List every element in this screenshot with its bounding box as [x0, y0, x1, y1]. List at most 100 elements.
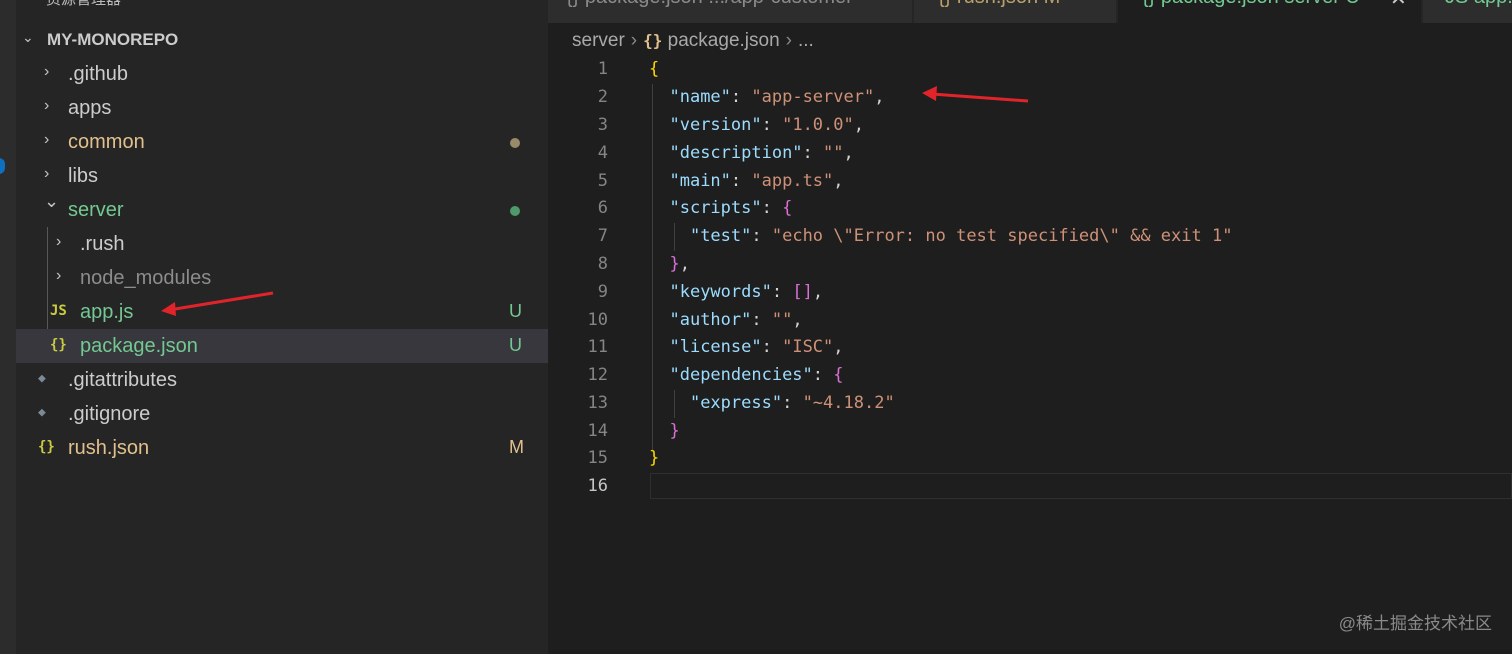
- code-line-7: "test": "echo \"Error: no test specified…: [689, 226, 1233, 246]
- current-line-highlight: [650, 473, 1512, 499]
- git-status-badge: M: [509, 437, 524, 457]
- chevron-down-icon: ⌄: [44, 191, 60, 211]
- tree-item-label: app.js: [80, 301, 134, 323]
- explorer-title: 资源管理器: [46, 0, 121, 9]
- code-line-15: }: [649, 448, 660, 468]
- breadcrumb-file[interactable]: package.json: [668, 30, 780, 51]
- annotation-arrow-name: [922, 86, 1029, 103]
- tree-item-label: rush.json: [68, 437, 150, 459]
- tree-item-label: node_modules: [80, 267, 212, 289]
- tree-item-label: package.json: [80, 335, 198, 357]
- breadcrumb-symbol[interactable]: ...: [798, 30, 814, 51]
- explorer-root-folder[interactable]: ⌄ MY-MONOREPO: [16, 29, 548, 53]
- watermark: @稀土掘金技术社区: [1338, 614, 1492, 633]
- breadcrumb-folder[interactable]: server: [572, 30, 625, 51]
- tree-item-rush[interactable]: › .rush: [16, 227, 548, 261]
- code-line-13: "express": "~4.18.2": [689, 393, 895, 413]
- tab-rush-json[interactable]: {} rush.json M: [914, 0, 1116, 23]
- tree-item-label: common: [68, 131, 145, 153]
- git-status-badge: U: [509, 301, 522, 321]
- tree-item-label: server: [68, 199, 124, 221]
- line-number: 4: [597, 143, 608, 163]
- git-file-icon: ◆: [38, 405, 46, 420]
- notification-badge: [0, 158, 5, 174]
- tree-item-apps[interactable]: › apps: [16, 91, 548, 125]
- line-number: 2: [597, 87, 608, 107]
- json-file-icon: {}: [50, 337, 67, 353]
- tree-item-rush-json[interactable]: {} rush.json M: [16, 431, 548, 465]
- tree-item-label: .gitattributes: [68, 369, 177, 391]
- root-folder-label: MY-MONOREPO: [47, 30, 179, 49]
- chevron-right-icon: ›: [44, 63, 50, 80]
- code-editor[interactable]: server ›{} package.json ›... 1 2 3 4 5 6 7 8 9 10 11…: [548, 23, 1512, 654]
- tab-label: {} package.json .../app-customer: [566, 0, 853, 9]
- code-line-10: "author": "",: [669, 310, 803, 330]
- code-line-6: "scripts": {: [669, 198, 793, 218]
- line-number: 6: [597, 198, 608, 218]
- line-number: 7: [597, 226, 608, 246]
- code-line-14: }: [669, 421, 680, 441]
- code-line-5: "main": "app.ts",: [669, 171, 844, 191]
- tree-item-label: .gitignore: [68, 403, 151, 425]
- editor-tab-bar: {} package.json .../app-customer {} rush…: [548, 0, 1512, 23]
- chevron-down-icon: ⌄: [22, 29, 34, 45]
- explorer-sidebar: 资源管理器 ⌄ MY-MONOREPO › .github › apps › common…: [16, 0, 548, 654]
- code-line-3: "version": "1.0.0",: [669, 115, 864, 135]
- line-number: 9: [597, 282, 608, 302]
- line-number: 5: [597, 171, 608, 191]
- line-number: 10: [587, 310, 608, 330]
- code-line-4: "description": "",: [669, 143, 854, 163]
- tree-item-label: apps: [68, 97, 112, 119]
- json-file-icon: {}: [38, 439, 55, 455]
- line-number: 3: [597, 115, 608, 135]
- chevron-right-icon: ›: [630, 30, 638, 51]
- git-status-dot: [510, 206, 520, 216]
- chevron-right-icon: ›: [44, 165, 50, 182]
- code-line-1: {: [649, 59, 660, 79]
- tree-item-server[interactable]: ⌄ server: [16, 191, 548, 227]
- tab-app-customer-package-json[interactable]: {} package.json .../app-customer: [548, 0, 912, 23]
- chevron-right-icon: ›: [44, 97, 50, 114]
- code-line-12: "dependencies": {: [669, 365, 844, 385]
- tree-item-label: .github: [68, 63, 129, 85]
- code-line-9: "keywords": [],: [669, 282, 824, 302]
- tab-server-package-json[interactable]: {} package.json server U ✕: [1118, 0, 1421, 23]
- json-file-icon: {}: [643, 31, 663, 50]
- line-number: 1: [597, 59, 608, 79]
- tree-item-gitattributes[interactable]: ◆ .gitattributes: [16, 363, 548, 397]
- line-number: 11: [587, 337, 608, 357]
- line-number: 14: [587, 421, 608, 441]
- tab-label: JS app.js: [1445, 0, 1512, 9]
- tree-item-app-js[interactable]: JS app.js U: [16, 295, 548, 329]
- chevron-right-icon: ›: [44, 131, 50, 148]
- tree-item-label: libs: [68, 165, 99, 187]
- chevron-right-icon: ›: [56, 267, 62, 284]
- tree-item-gitignore[interactable]: ◆ .gitignore: [16, 397, 548, 431]
- breadcrumb: server ›{} package.json ›...: [572, 30, 814, 52]
- chevron-right-icon: ›: [785, 30, 792, 51]
- git-file-icon: ◆: [38, 371, 46, 386]
- line-number: 16: [587, 476, 608, 496]
- code-line-8: },: [669, 254, 690, 274]
- tree-item-libs[interactable]: › libs: [16, 159, 548, 193]
- annotation-arrow-app-js: [161, 291, 274, 316]
- tree-item-label: .rush: [80, 233, 125, 255]
- tree-item-package-json[interactable]: {} package.json U: [16, 329, 548, 363]
- chevron-right-icon: ›: [56, 233, 62, 250]
- git-status-badge: U: [509, 335, 522, 355]
- activity-bar: [0, 0, 16, 654]
- code-line-11: "license": "ISC",: [669, 337, 844, 357]
- line-number: 8: [597, 254, 608, 274]
- tree-item-node-modules[interactable]: › node_modules: [16, 261, 548, 295]
- tab-label: {} rush.json M: [938, 0, 1060, 9]
- tree-item-common[interactable]: › common: [16, 125, 548, 159]
- javascript-file-icon: JS: [50, 303, 67, 319]
- close-icon[interactable]: ✕: [1390, 0, 1407, 11]
- tree-item-github[interactable]: › .github: [16, 57, 548, 91]
- line-number: 15: [587, 448, 608, 468]
- line-number: 12: [587, 365, 608, 385]
- tab-label: {} package.json server U: [1142, 0, 1360, 9]
- line-number: 13: [587, 393, 608, 413]
- git-status-dot: [510, 138, 520, 148]
- tab-app-js[interactable]: JS app.js: [1423, 0, 1512, 23]
